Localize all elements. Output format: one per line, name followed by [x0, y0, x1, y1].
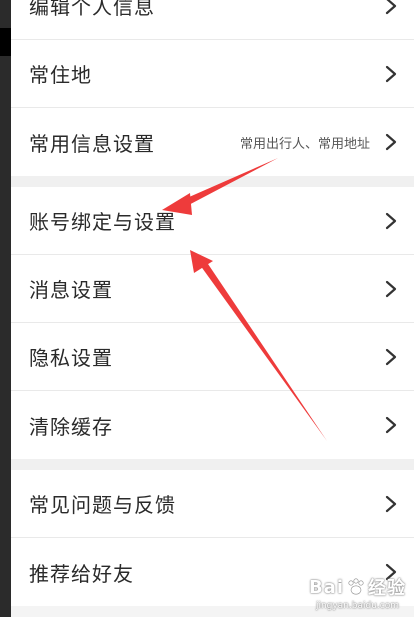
chevron-right-icon — [385, 416, 397, 434]
row-privacy-settings[interactable]: 隐私设置 — [11, 323, 414, 391]
watermark-suffix: 经验 — [368, 578, 406, 599]
row-label: 隐私设置 — [29, 346, 113, 370]
chevron-right-icon — [385, 280, 397, 297]
row-label: 消息设置 — [29, 278, 113, 302]
row-account-binding[interactable]: 账号绑定与设置 — [11, 187, 414, 255]
left-edge-strip — [0, 0, 11, 617]
chevron-right-icon — [385, 348, 397, 365]
settings-screen: 编辑个人信息 常住地 常用信息设置 常用出行人、常用地址 账号绑定与设置 消息设… — [0, 0, 414, 617]
watermark-brand: Bai — [308, 576, 344, 598]
group-personal: 编辑个人信息 常住地 常用信息设置 常用出行人、常用地址 — [11, 0, 414, 176]
group-account: 账号绑定与设置 消息设置 隐私设置 清除缓存 — [11, 187, 414, 459]
chevron-right-icon — [385, 212, 397, 229]
row-message-settings[interactable]: 消息设置 — [11, 255, 414, 323]
row-edit-profile[interactable]: 编辑个人信息 — [11, 0, 414, 40]
row-clear-cache[interactable]: 清除缓存 — [11, 391, 414, 459]
row-residence[interactable]: 常住地 — [11, 40, 414, 108]
row-label: 账号绑定与设置 — [29, 210, 176, 234]
section-divider — [11, 459, 414, 470]
section-divider — [11, 176, 414, 187]
row-subtitle: 常用出行人、常用地址 — [239, 136, 370, 152]
chevron-right-icon — [385, 65, 397, 82]
settings-list: 编辑个人信息 常住地 常用信息设置 常用出行人、常用地址 账号绑定与设置 消息设… — [11, 0, 414, 606]
chevron-right-icon — [385, 0, 397, 14]
paw-icon — [348, 578, 364, 595]
chevron-right-icon — [385, 133, 397, 151]
row-label: 常住地 — [29, 63, 92, 87]
baidu-jingyan-watermark: Bai 经验 jingyan.baidu.com — [309, 574, 406, 612]
row-faq-feedback[interactable]: 常见问题与反馈 — [11, 470, 414, 538]
watermark-url: jingyan.baidu.com — [315, 601, 399, 611]
row-common-info[interactable]: 常用信息设置 常用出行人、常用地址 — [11, 108, 414, 176]
row-label: 清除缓存 — [29, 414, 113, 439]
row-label: 编辑个人信息 — [29, 0, 155, 19]
edge-accent — [0, 28, 11, 56]
chevron-right-icon — [385, 495, 397, 512]
row-label: 常用信息设置 — [29, 131, 155, 156]
watermark-logo: Bai 经验 — [309, 574, 406, 600]
row-label: 常见问题与反馈 — [29, 493, 176, 517]
